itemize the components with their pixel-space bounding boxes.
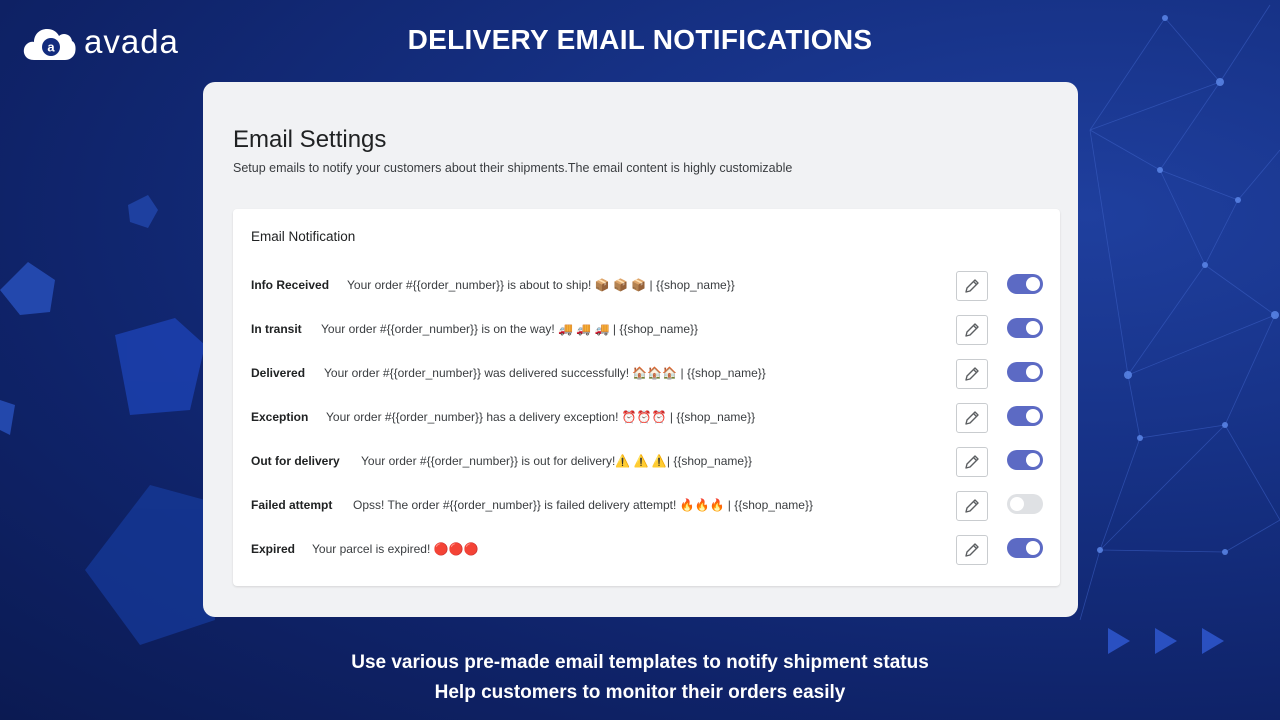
enable-toggle[interactable] <box>1007 494 1043 514</box>
email-notification-panel: Email Notification Info Received Your or… <box>233 209 1060 586</box>
toggle-knob <box>1026 453 1040 467</box>
row-label: Failed attempt <box>251 498 333 512</box>
row-message: Your order #{{order_number}} has a deliv… <box>326 410 756 424</box>
notification-row-info-received: Info Received Your order #{{order_number… <box>233 266 1060 306</box>
email-settings-card: Email Settings Setup emails to notify yo… <box>203 82 1078 617</box>
enable-toggle[interactable] <box>1007 274 1043 294</box>
toggle-knob <box>1026 277 1040 291</box>
toggle-knob <box>1026 409 1040 423</box>
row-message: Your order #{{order_number}} is out for … <box>361 454 753 468</box>
row-message: Your parcel is expired! 🔴🔴🔴 <box>312 542 479 556</box>
toggle-knob <box>1026 365 1040 379</box>
row-label: Expired <box>251 542 296 556</box>
pencil-icon <box>965 367 979 381</box>
page-title: DELIVERY EMAIL NOTIFICATIONS <box>407 24 873 55</box>
row-message: Opss! The order #{{order_number}} is fai… <box>353 498 813 512</box>
enable-toggle[interactable] <box>1007 450 1043 470</box>
row-message: Your order #{{order_number}} is about to… <box>347 278 735 292</box>
row-label: Info Received <box>251 278 330 292</box>
enable-toggle[interactable] <box>1007 362 1043 382</box>
enable-toggle[interactable] <box>1007 318 1043 338</box>
notification-row-in-transit: In transit Your order #{{order_number}} … <box>233 310 1060 350</box>
row-label: Out for delivery <box>251 454 340 468</box>
pencil-icon <box>965 411 979 425</box>
edit-button[interactable] <box>956 491 988 521</box>
edit-button[interactable] <box>956 359 988 389</box>
notification-row-out-for-delivery: Out for delivery Your order #{{order_num… <box>233 442 1060 482</box>
notification-row-failed-attempt: Failed attempt Opss! The order #{{order_… <box>233 486 1060 526</box>
enable-toggle[interactable] <box>1007 538 1043 558</box>
row-message: Your order #{{order_number}} was deliver… <box>324 366 766 380</box>
toggle-knob <box>1026 541 1040 555</box>
panel-title: Email Notification <box>251 229 356 244</box>
pencil-icon <box>965 323 979 337</box>
notification-row-delivered: Delivered Your order #{{order_number}} w… <box>233 354 1060 394</box>
pencil-icon <box>965 543 979 557</box>
toggle-knob <box>1010 497 1024 511</box>
edit-button[interactable] <box>956 447 988 477</box>
notification-row-expired: Expired Your parcel is expired! 🔴🔴🔴 <box>233 530 1060 570</box>
edit-button[interactable] <box>956 535 988 565</box>
pencil-icon <box>965 499 979 513</box>
card-subtitle: Setup emails to notify your customers ab… <box>233 161 793 175</box>
row-label: In transit <box>251 322 302 336</box>
card-title: Email Settings <box>233 126 387 153</box>
enable-toggle[interactable] <box>1007 406 1043 426</box>
row-label: Delivered <box>251 366 306 380</box>
edit-button[interactable] <box>956 271 988 301</box>
pencil-icon <box>965 455 979 469</box>
toggle-knob <box>1026 321 1040 335</box>
pencil-icon <box>965 279 979 293</box>
notification-row-exception: Exception Your order #{{order_number}} h… <box>233 398 1060 438</box>
edit-button[interactable] <box>956 403 988 433</box>
footer-line-1: Use various pre-made email templates to … <box>351 652 929 673</box>
row-label: Exception <box>251 410 309 424</box>
edit-button[interactable] <box>956 315 988 345</box>
footer-line-2: Help customers to monitor their orders e… <box>434 682 846 703</box>
row-message: Your order #{{order_number}} is on the w… <box>321 322 699 336</box>
